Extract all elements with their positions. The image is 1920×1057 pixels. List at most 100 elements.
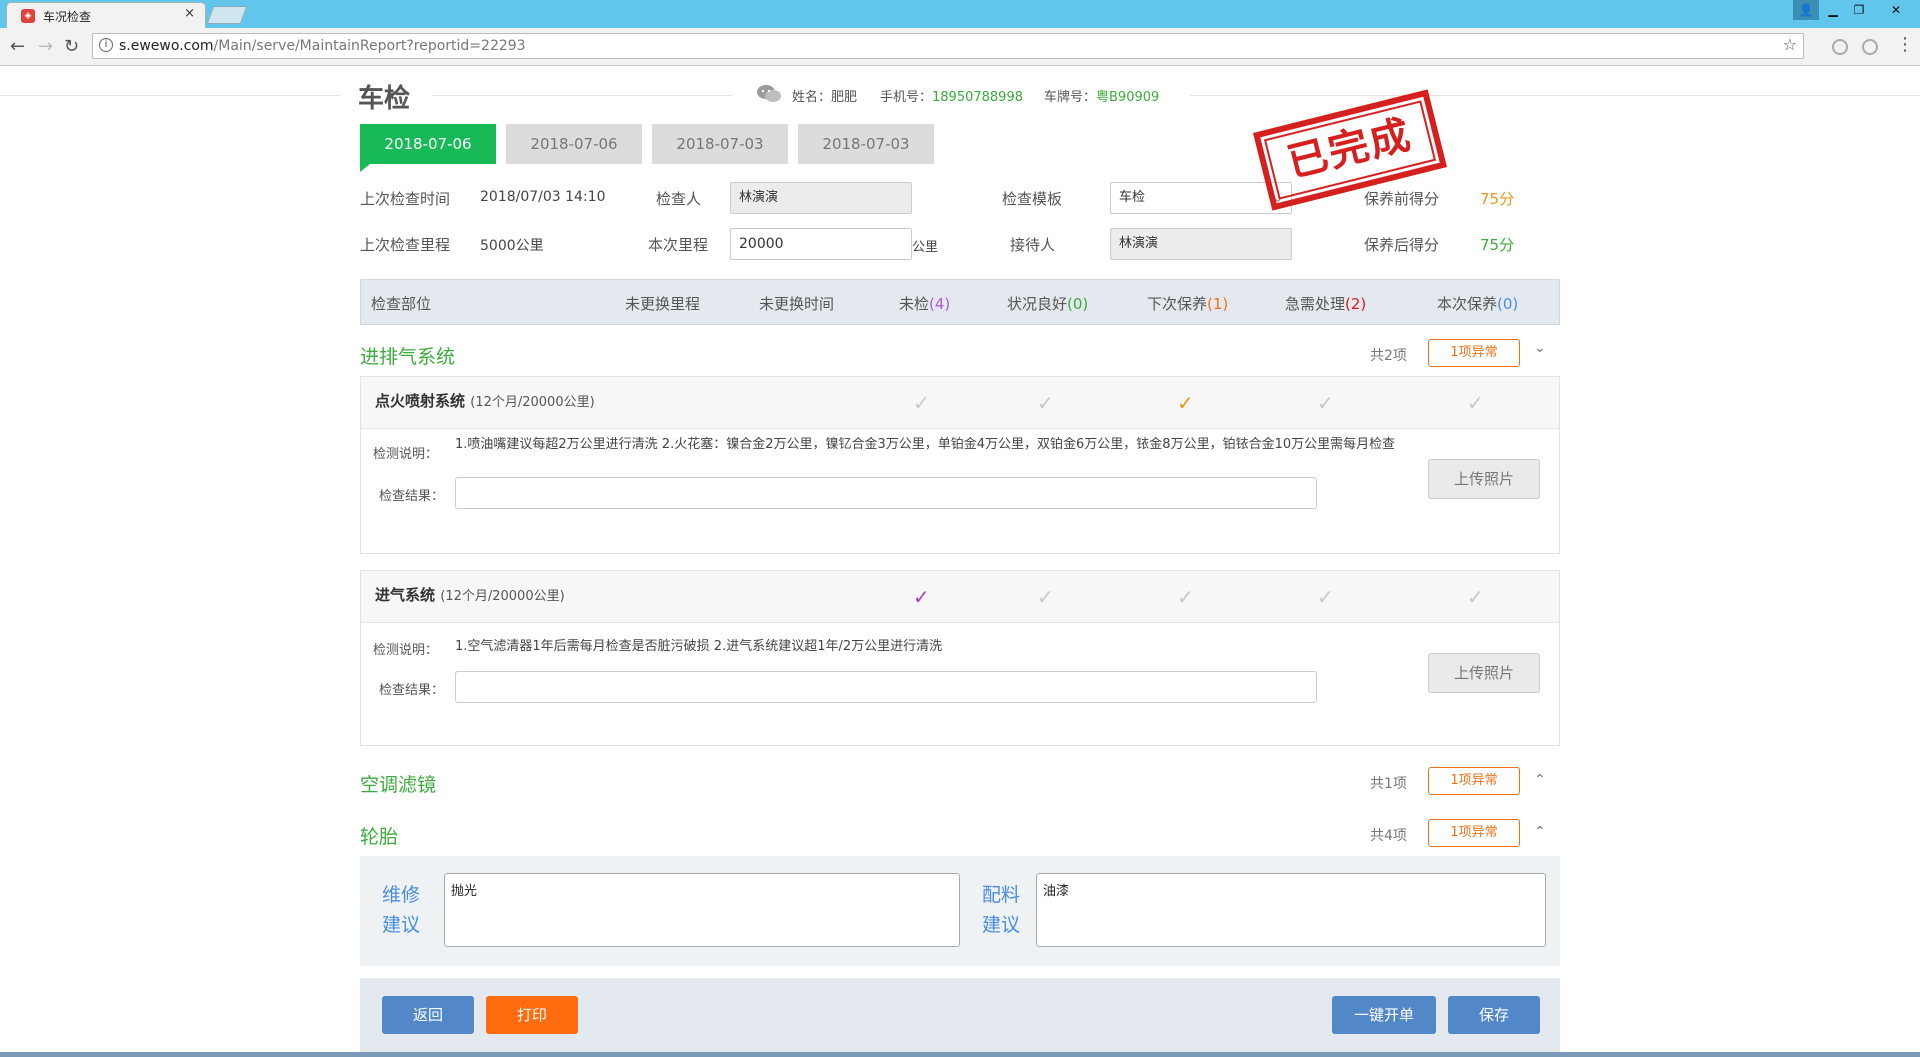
- bookmark-star-icon[interactable]: ☆: [1783, 35, 1797, 54]
- parts-suggestion-label: 配料建议: [982, 884, 1021, 936]
- inspector-label: 检查人: [656, 190, 702, 208]
- desc-text: 1.喷油嘴建议每超2万公里进行清洗 2.火花塞：镍合金2万公里，镍钇合金3万公里…: [455, 437, 1396, 452]
- desc-label: 检测说明：: [373, 447, 439, 462]
- mileage-unit: 公里: [912, 240, 939, 255]
- section-title[interactable]: 轮胎: [360, 822, 398, 849]
- pre-score-label: 保养前得分: [1364, 190, 1440, 208]
- divider: [0, 95, 340, 96]
- repair-suggestion-label: 维修建议: [382, 884, 421, 936]
- upload-photo-button[interactable]: 上传照片: [1428, 653, 1540, 693]
- result-label: 检查结果：: [379, 683, 445, 698]
- check-urgent-icon[interactable]: ✓: [1317, 391, 1334, 415]
- post-score-label: 保养后得分: [1364, 236, 1440, 254]
- minimize-icon[interactable]: ▁: [1820, 0, 1846, 20]
- abnormal-button[interactable]: 1项异常: [1428, 819, 1520, 847]
- result-input[interactable]: [455, 477, 1317, 509]
- check-next-icon[interactable]: ✓: [1177, 391, 1194, 415]
- column-current[interactable]: 本次保养(0): [1437, 293, 1518, 314]
- back-button[interactable]: 返回: [382, 996, 474, 1034]
- extension-icon[interactable]: [1862, 39, 1878, 55]
- pre-score-value: 75分: [1480, 190, 1515, 208]
- divider: [432, 95, 732, 96]
- column-good[interactable]: 状况良好(0): [1007, 293, 1088, 314]
- user-profile-icon[interactable]: 👤: [1793, 0, 1819, 20]
- check-good-icon[interactable]: ✓: [1037, 585, 1054, 609]
- column-unchanged-time: 未更换时间: [759, 295, 835, 313]
- date-tab[interactable]: 2018-07-06: [506, 124, 642, 164]
- back-arrow-icon[interactable]: ←: [10, 36, 25, 57]
- chevron-down-icon[interactable]: ⌄: [1534, 340, 1546, 356]
- desc-text: 1.空气滤清器1年后需每月检查是否脏污破损 2.进气系统建议超1年/2万公里进行…: [455, 639, 943, 654]
- section-title[interactable]: 进排气系统: [360, 342, 455, 369]
- abnormal-button[interactable]: 1项异常: [1428, 767, 1520, 795]
- date-tab[interactable]: 2018-07-03: [798, 124, 934, 164]
- action-footer: 返回 打印 一键开单 保存: [360, 978, 1560, 1052]
- browser-tabbar: ◈ 车况检查 × 👤 ▁ ❐ ✕: [0, 0, 1920, 28]
- column-urgent[interactable]: 急需处理(2): [1285, 293, 1366, 314]
- post-score-value: 75分: [1480, 236, 1515, 254]
- item-name: 点火喷射系统 (12个月/20000公里): [375, 392, 595, 410]
- result-input[interactable]: [455, 671, 1317, 703]
- site-info-icon[interactable]: i: [99, 38, 113, 52]
- customer-phone: 手机号：18950788998: [880, 90, 1023, 105]
- url-input[interactable]: i s.ewewo.com/Main/serve/MaintainReport?…: [92, 33, 1804, 59]
- template-select[interactable]: 车检 ⌄: [1110, 182, 1292, 214]
- section-count: 共4项: [1370, 828, 1407, 844]
- last-mileage-value: 5000公里: [480, 238, 544, 254]
- one-click-order-button[interactable]: 一键开单: [1332, 996, 1436, 1034]
- site-favicon-icon: ◈: [21, 9, 35, 23]
- column-unchecked[interactable]: 未检(4): [899, 293, 950, 314]
- check-current-icon[interactable]: ✓: [1467, 585, 1484, 609]
- check-current-icon[interactable]: ✓: [1467, 391, 1484, 415]
- template-label: 检查模板: [1002, 190, 1063, 208]
- date-tab[interactable]: 2018-07-06: [360, 124, 496, 172]
- check-unchecked-icon[interactable]: ✓: [913, 391, 930, 415]
- print-button[interactable]: 打印: [486, 996, 578, 1034]
- column-next[interactable]: 下次保养(1): [1147, 293, 1228, 314]
- restore-icon[interactable]: ❐: [1846, 0, 1872, 20]
- date-tab[interactable]: 2018-07-03: [652, 124, 788, 164]
- customer-name: 姓名：肥肥: [792, 90, 858, 105]
- page-content: 车检 姓名：肥肥 手机号：18950788998 车牌号：粤B90909 201…: [0, 66, 1920, 1052]
- inspection-item-card: 点火喷射系统 (12个月/20000公里) ✓ ✓ ✓ ✓ ✓ 检测说明： 1.…: [360, 376, 1560, 554]
- column-header: 检查部位 未更换里程 未更换时间 未检(4) 状况良好(0) 下次保养(1) 急…: [360, 279, 1560, 325]
- close-window-icon[interactable]: ✕: [1872, 0, 1920, 20]
- upload-photo-button[interactable]: 上传照片: [1428, 459, 1540, 499]
- column-unchanged-mileage: 未更换里程: [625, 295, 701, 313]
- url-text: s.ewewo.com/Main/serve/MaintainReport?re…: [119, 38, 526, 54]
- abnormal-button[interactable]: 1项异常: [1428, 339, 1520, 367]
- extension-icon[interactable]: [1832, 39, 1848, 55]
- last-check-time-value: 2018/07/03 14:10: [480, 189, 606, 205]
- mileage-label: 本次里程: [648, 236, 709, 254]
- browser-menu-icon[interactable]: ⋮: [1896, 34, 1914, 55]
- save-button[interactable]: 保存: [1448, 996, 1540, 1034]
- item-name: 进气系统 (12个月/20000公里): [375, 586, 565, 604]
- check-next-icon[interactable]: ✓: [1177, 585, 1194, 609]
- parts-suggestion-textarea[interactable]: 油漆: [1036, 873, 1546, 947]
- result-label: 检查结果：: [379, 489, 445, 504]
- check-unchecked-icon[interactable]: ✓: [913, 585, 930, 609]
- chevron-up-icon[interactable]: ⌃: [1534, 824, 1546, 840]
- repair-suggestion-textarea[interactable]: 抛光: [444, 873, 960, 947]
- tab-close-icon[interactable]: ×: [184, 6, 195, 21]
- address-bar: ← → ↻ i s.ewewo.com/Main/serve/MaintainR…: [0, 28, 1920, 66]
- column-part: 检查部位: [371, 295, 432, 313]
- chevron-up-icon[interactable]: ⌃: [1534, 772, 1546, 788]
- section-title[interactable]: 空调滤镜: [360, 770, 436, 797]
- forward-arrow-icon[interactable]: →: [38, 36, 53, 57]
- browser-tab[interactable]: ◈ 车况检查 ×: [6, 2, 206, 28]
- check-urgent-icon[interactable]: ✓: [1317, 585, 1334, 609]
- wechat-icon: [757, 85, 781, 102]
- new-tab-button[interactable]: [206, 6, 248, 24]
- plate-number: 车牌号：粤B90909: [1044, 90, 1160, 105]
- page-title: 车检: [358, 84, 411, 114]
- divider: [1190, 95, 1920, 96]
- inspection-item-card: 进气系统 (12个月/20000公里) ✓ ✓ ✓ ✓ ✓ 检测说明： 1.空气…: [360, 570, 1560, 746]
- receptionist-field: 林演演: [1110, 228, 1292, 260]
- suggestion-panel: 维修建议 抛光 配料建议 油漆: [360, 856, 1560, 966]
- inspector-field: 林演演: [730, 182, 912, 214]
- check-good-icon[interactable]: ✓: [1037, 391, 1054, 415]
- mileage-input[interactable]: 20000: [730, 228, 912, 260]
- reload-icon[interactable]: ↻: [64, 36, 79, 57]
- os-taskbar: [0, 1052, 1920, 1057]
